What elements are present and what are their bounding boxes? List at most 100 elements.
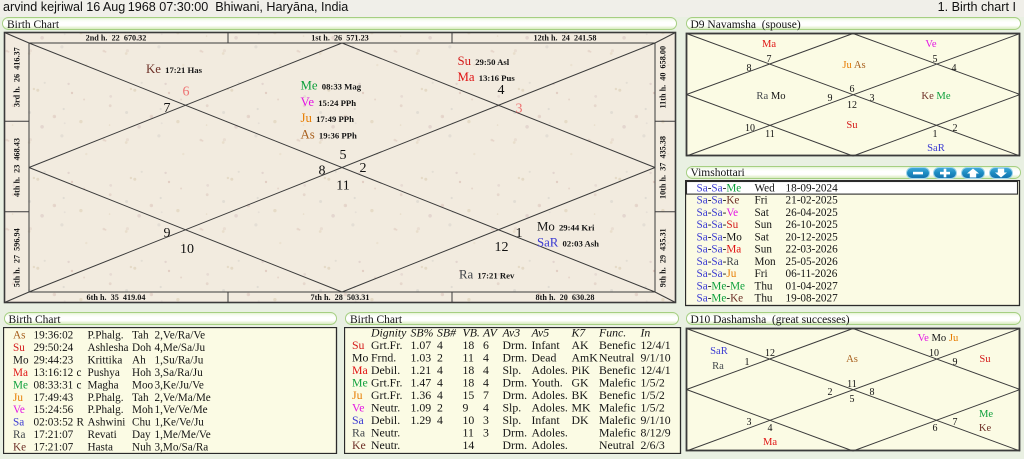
- svg-text:As: As: [13, 330, 25, 342]
- svg-text:As: As: [846, 354, 858, 365]
- svg-text:Ve: Ve: [925, 39, 936, 50]
- svg-text:Mo: Mo: [13, 354, 29, 366]
- svg-text:26-04-2025: 26-04-2025: [786, 207, 839, 219]
- svg-text:Sun: Sun: [755, 219, 773, 231]
- svg-text:Ju: Ju: [13, 392, 23, 404]
- svg-text:17:21:07: 17:21:07: [33, 442, 73, 454]
- svg-text:Adoles.: Adoles.: [532, 438, 568, 452]
- svg-text:8th h. 20 630.28: 8th h. 20 630.28: [536, 293, 595, 302]
- svg-text:Wed: Wed: [755, 182, 776, 194]
- svg-text:3: 3: [516, 102, 523, 117]
- svg-text:Sa-Sa-Ma: Sa-Sa-Ma: [697, 244, 742, 256]
- svg-text:Doh: Doh: [132, 342, 152, 354]
- svg-text:Ma: Ma: [763, 437, 777, 448]
- svg-text:4: 4: [768, 423, 773, 434]
- svg-text:Neutral: Neutral: [599, 438, 635, 452]
- svg-text:7th h. 28 503.31: 7th h. 28 503.31: [311, 293, 370, 302]
- svg-text:Me: Me: [13, 379, 28, 391]
- svg-text:2/6/3: 2/6/3: [641, 438, 665, 452]
- svg-text:02:03:52: 02:03:52: [33, 417, 73, 429]
- svg-text:4th h. 23 468.43: 4th h. 23 468.43: [13, 138, 22, 197]
- svg-text:14: 14: [463, 438, 475, 452]
- svg-text:5: 5: [850, 394, 855, 405]
- svg-text:Sa-Me-Me: Sa-Me-Me: [697, 280, 746, 292]
- svg-text:Tah: Tah: [132, 392, 149, 404]
- svg-text:8: 8: [747, 63, 752, 74]
- svg-text:Su: Su: [13, 342, 25, 354]
- svg-text:13:16:12: 13:16:12: [33, 367, 73, 379]
- svg-text:Ju As: Ju As: [842, 60, 865, 71]
- svg-text:Ra: Ra: [13, 429, 25, 441]
- svg-text:1,Su/Ra/Ju: 1,Su/Ra/Ju: [154, 354, 203, 366]
- svg-text:29:50:24: 29:50:24: [33, 342, 73, 354]
- svg-text:Ah: Ah: [132, 354, 146, 366]
- svg-text:8: 8: [870, 387, 875, 398]
- svg-text:01-04-2027: 01-04-2027: [786, 280, 839, 292]
- svg-text:Moo: Moo: [132, 379, 154, 391]
- svg-text:Ke: Ke: [13, 442, 26, 454]
- svg-text:Moh: Moh: [132, 404, 154, 416]
- svg-text:Magha: Magha: [87, 379, 118, 391]
- svg-text:Ashlesha: Ashlesha: [87, 342, 128, 354]
- svg-text:Su: Su: [846, 120, 858, 131]
- svg-text:Su: Su: [979, 354, 991, 365]
- svg-text:Chu: Chu: [132, 417, 151, 429]
- svg-text:11: 11: [765, 129, 775, 140]
- svg-text:1: 1: [745, 357, 750, 368]
- svg-text:Me 08:33 Mag: Me 08:33 Mag: [301, 79, 362, 93]
- svg-text:3,Mo/Sa/Ra: 3,Mo/Sa/Ra: [154, 442, 208, 454]
- svg-text:3: 3: [870, 93, 875, 104]
- svg-text:1: 1: [516, 226, 523, 241]
- svg-text:3rd h. 26 416.37: 3rd h. 26 416.37: [13, 47, 22, 107]
- svg-text:11th h. 40 658.00: 11th h. 40 658.00: [659, 46, 668, 109]
- svg-text:Hoh: Hoh: [132, 367, 152, 379]
- svg-text:19-08-2027: 19-08-2027: [786, 293, 839, 305]
- svg-text:Me: Me: [979, 409, 993, 420]
- svg-text:1: 1: [933, 129, 938, 140]
- svg-text:Thu: Thu: [755, 293, 773, 305]
- svg-text:Sa-Sa-Ju: Sa-Sa-Ju: [697, 268, 737, 280]
- svg-text:Sa: Sa: [13, 417, 24, 429]
- svg-text:Su 29:50 Asl: Su 29:50 Asl: [458, 54, 510, 68]
- svg-text:2: 2: [360, 161, 367, 176]
- svg-text:Sa-Me-Ke: Sa-Me-Ke: [697, 293, 744, 305]
- svg-text:26-10-2025: 26-10-2025: [786, 219, 839, 231]
- svg-text:Ashwini: Ashwini: [87, 417, 125, 429]
- svg-text:10: 10: [180, 242, 194, 257]
- svg-text:Mon: Mon: [755, 256, 777, 268]
- svg-text:12: 12: [495, 240, 509, 255]
- svg-text:17:21:07: 17:21:07: [33, 429, 73, 441]
- svg-text:SaR 02:03 Ash: SaR 02:03 Ash: [537, 236, 599, 250]
- svg-text:8: 8: [319, 164, 326, 179]
- svg-text:c: c: [76, 367, 81, 379]
- svg-text:4: 4: [437, 413, 443, 427]
- svg-text:1,Me/Me/Ve: 1,Me/Me/Ve: [154, 429, 210, 441]
- svg-text:Sa-Sa-Ra: Sa-Sa-Ra: [697, 256, 739, 268]
- svg-text:7: 7: [767, 54, 772, 65]
- svg-text:3: 3: [483, 426, 489, 440]
- svg-text:19:36:02: 19:36:02: [33, 330, 73, 342]
- svg-text:Sa-Sa-Me: Sa-Sa-Me: [697, 182, 742, 194]
- svg-text:17:49:43: 17:49:43: [33, 392, 73, 404]
- svg-text:08:33:31: 08:33:31: [33, 379, 73, 391]
- svg-text:7: 7: [164, 101, 171, 116]
- svg-text:Day: Day: [132, 429, 151, 441]
- svg-text:9: 9: [164, 226, 171, 241]
- svg-text:9: 9: [953, 357, 958, 368]
- svg-text:Ve Mo Ju: Ve Mo Ju: [918, 333, 959, 344]
- svg-text:06-11-2026: 06-11-2026: [786, 268, 838, 280]
- svg-text:R: R: [76, 417, 84, 429]
- svg-text:6th h. 35 419.04: 6th h. 35 419.04: [87, 293, 146, 302]
- svg-text:Ra: Ra: [712, 361, 724, 372]
- svg-text:Sa-Sa-Ke: Sa-Sa-Ke: [697, 195, 740, 207]
- svg-text:4,Me/Sa/Ju: 4,Me/Sa/Ju: [154, 342, 205, 354]
- svg-text:9: 9: [828, 93, 833, 104]
- svg-text:Ke: Ke: [352, 438, 366, 452]
- svg-text:3,Sa/Ra/Ju: 3,Sa/Ra/Ju: [154, 367, 203, 379]
- svg-text:1,Ve/Ve/Me: 1,Ve/Ve/Me: [154, 404, 207, 416]
- svg-text:3: 3: [747, 417, 752, 428]
- svg-text:6: 6: [850, 84, 855, 95]
- svg-text:Mo 29:44 Kri: Mo 29:44 Kri: [537, 220, 595, 234]
- svg-text:11: 11: [336, 179, 349, 194]
- svg-text:Ve: Ve: [13, 404, 25, 416]
